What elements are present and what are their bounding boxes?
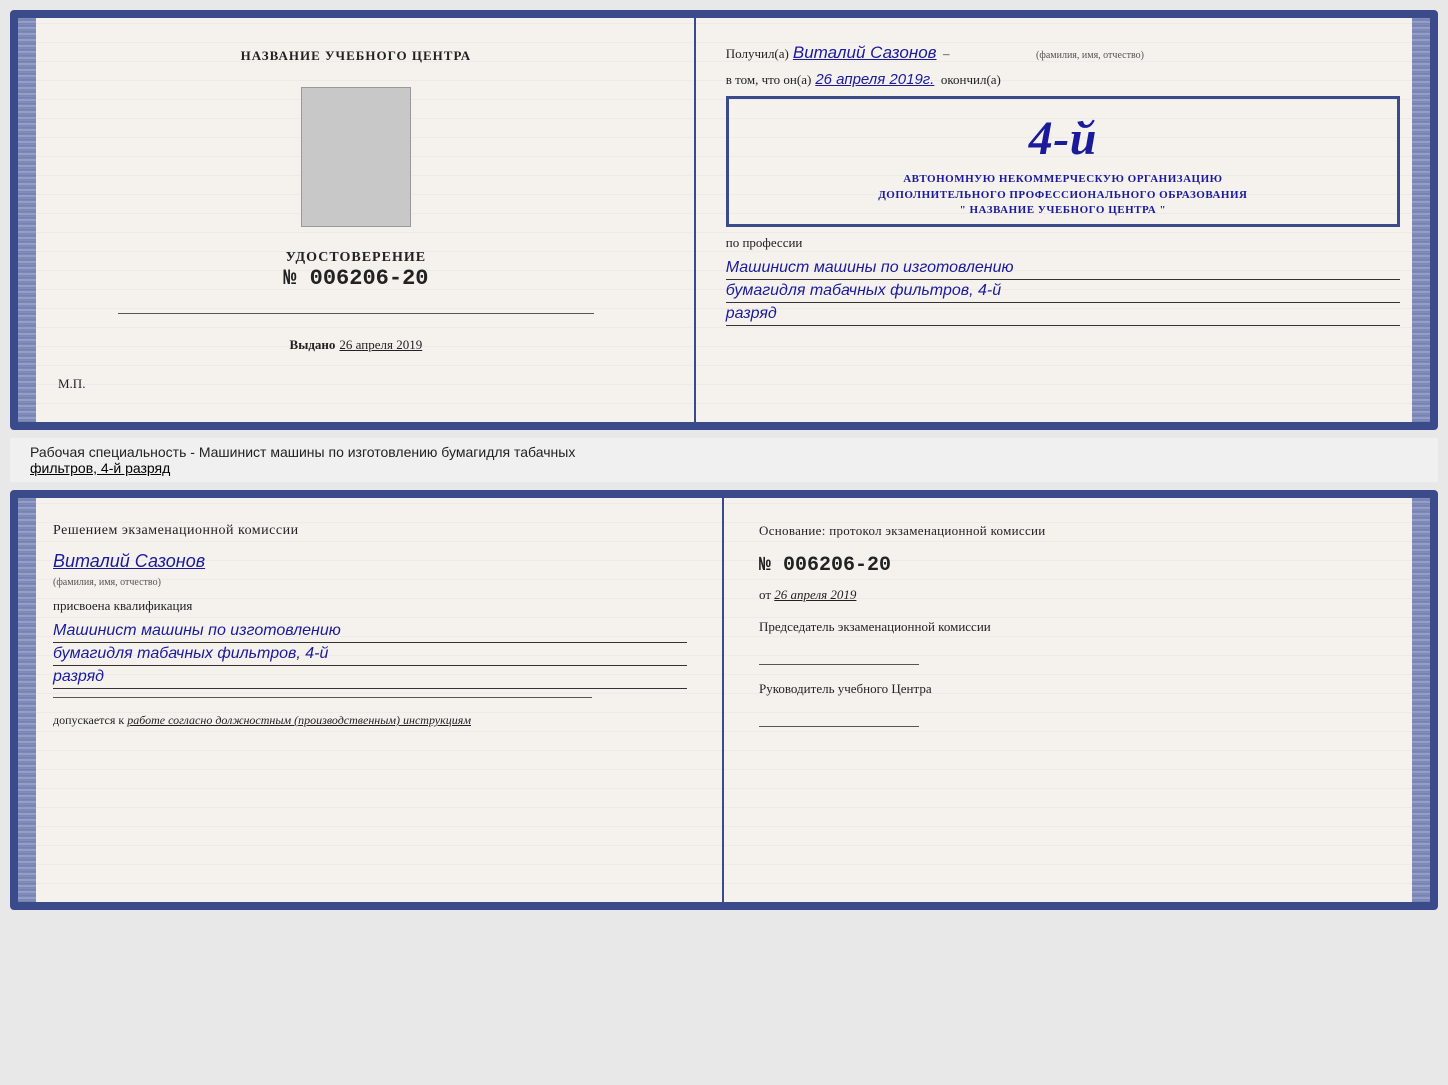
ot-label: от xyxy=(759,587,771,602)
middle-text-main: Рабочая специальность - Машинист машины … xyxy=(30,444,575,460)
v-tom-prefix: в том, что он(а) xyxy=(726,72,812,88)
bottom-fio-label: (фамилия, имя, отчество) xyxy=(53,577,161,588)
poluchil-name: Виталий Сазонов xyxy=(793,43,937,63)
stamp-number: 4-й xyxy=(739,105,1387,172)
bottom-right-panel: Основание: протокол экзаменационной коми… xyxy=(724,498,1430,902)
cert-left-panel: НАЗВАНИЕ УЧЕБНОГО ЦЕНТРА УДОСТОВЕРЕНИЕ №… xyxy=(18,18,696,422)
stamp-line2: ДОПОЛНИТЕЛЬНОГО ПРОФЕССИОНАЛЬНОГО ОБРАЗО… xyxy=(739,188,1387,203)
fio-label-top: (фамилия, имя, отчество) xyxy=(1036,50,1144,61)
cert-header-title: НАЗВАНИЕ УЧЕБНОГО ЦЕНТРА xyxy=(241,48,472,64)
cert-right-panel: Получил(а) Виталий Сазонов – (фамилия, и… xyxy=(696,18,1430,422)
dopusk-text: работе согласно должностным (производств… xyxy=(127,713,471,727)
qualification-line2: бумагидля табачных фильтров, 4-й xyxy=(53,645,687,666)
prisvoena-label: присвоена квалификация xyxy=(53,598,687,614)
po-professii-label: по профессии xyxy=(726,235,1400,251)
stamp-line1: АВТОНОМНУЮ НЕКОММЕРЧЕСКУЮ ОРГАНИЗАЦИЮ xyxy=(739,172,1387,187)
mp-label: М.П. xyxy=(58,376,85,392)
okonchil-label: окончил(а) xyxy=(941,72,1001,88)
rukovoditel-block: Руководитель учебного Центра xyxy=(759,680,1395,727)
bottom-left-panel: Решением экзаменационной комиссии Витали… xyxy=(18,498,724,902)
ot-date: 26 апреля 2019 xyxy=(774,587,856,602)
photo-placeholder xyxy=(301,87,411,227)
osnovanie-label: Основание: протокол экзаменационной коми… xyxy=(759,523,1395,539)
udostoverenie-number: № 006206-20 xyxy=(283,266,428,291)
from-date-block: от 26 апреля 2019 xyxy=(759,587,1395,603)
certificate-top: НАЗВАНИЕ УЧЕБНОГО ЦЕНТРА УДОСТОВЕРЕНИЕ №… xyxy=(10,10,1438,430)
vydano-block: Выдано 26 апреля 2019 xyxy=(290,337,423,353)
bottom-right-number: № 006206-20 xyxy=(759,554,1395,577)
stripe-right-bottom xyxy=(1412,498,1430,902)
profession-line2: бумагидля табачных фильтров, 4-й xyxy=(726,282,1400,303)
stamp-line3: " НАЗВАНИЕ УЧЕБНОГО ЦЕНТРА " xyxy=(739,203,1387,218)
predsedatel-signature-line xyxy=(759,640,919,665)
qualification-line1: Машинист машины по изготовлению xyxy=(53,622,687,643)
binding-stripe-left xyxy=(18,18,36,422)
certificate-bottom: Решением экзаменационной комиссии Витали… xyxy=(10,490,1438,910)
bottom-name: Виталий Сазонов xyxy=(53,551,205,571)
v-tom-line: в том, что он(а) 26 апреля 2019г. окончи… xyxy=(726,71,1400,88)
poluchil-line: Получил(а) Виталий Сазонов – (фамилия, и… xyxy=(726,43,1400,63)
middle-text-underlined: фильтров, 4-й разряд xyxy=(30,460,170,476)
dopuskaetsya-label: допускается к xyxy=(53,713,124,727)
bottom-header: Решением экзаменационной комиссии xyxy=(53,523,687,539)
vydano-date: 26 апреля 2019 xyxy=(339,337,422,353)
udostoverenie-title: УДОСТОВЕРЕНИЕ xyxy=(283,250,428,266)
vydano-label: Выдано xyxy=(290,337,336,353)
dopuskaetsya-block: допускается к работе согласно должностны… xyxy=(53,713,687,728)
bottom-name-block: Виталий Сазонов (фамилия, имя, отчество) xyxy=(53,551,687,590)
v-tom-date: 26 апреля 2019г. xyxy=(815,71,934,88)
poluchil-prefix: Получил(а) xyxy=(726,46,789,62)
rukovoditel-title: Руководитель учебного Центра xyxy=(759,680,1395,698)
profession-line1: Машинист машины по изготовлению xyxy=(726,259,1400,280)
middle-text-block: Рабочая специальность - Машинист машины … xyxy=(10,438,1438,482)
stamp-block: 4-й АВТОНОМНУЮ НЕКОММЕРЧЕСКУЮ ОРГАНИЗАЦИ… xyxy=(726,96,1400,227)
rukovoditel-signature-line xyxy=(759,702,919,727)
cert-udostoverenie-block: УДОСТОВЕРЕНИЕ № 006206-20 xyxy=(283,250,428,291)
qualification-line3: разряд xyxy=(53,668,687,689)
predsedatel-block: Председатель экзаменационной комиссии xyxy=(759,618,1395,665)
binding-stripe-right xyxy=(1412,18,1430,422)
predsedatel-title: Председатель экзаменационной комиссии xyxy=(759,618,1395,636)
profession-line3: разряд xyxy=(726,305,1400,326)
stripe-left-bottom xyxy=(18,498,36,902)
